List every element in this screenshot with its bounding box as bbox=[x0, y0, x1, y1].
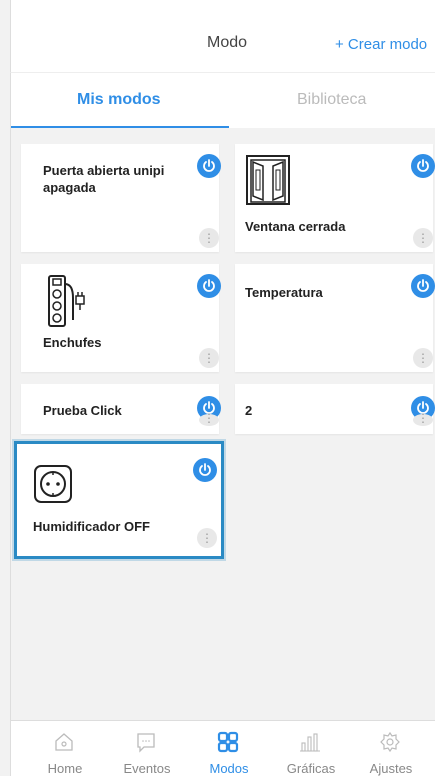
power-toggle-button[interactable] bbox=[411, 154, 435, 178]
power-icon bbox=[417, 279, 429, 292]
page-title: Modo bbox=[207, 34, 248, 51]
window-icon bbox=[246, 155, 290, 205]
mode-name: Ventana cerrada bbox=[245, 219, 346, 234]
power-icon bbox=[203, 159, 215, 172]
tab-mis-modos[interactable]: Mis modos bbox=[77, 91, 161, 109]
modes-grid: Puerta abierta unipi apagada ⋮ Ventana c… bbox=[10, 128, 435, 720]
mode-name: Prueba Click bbox=[43, 403, 122, 418]
nav-modos[interactable]: Modos bbox=[189, 721, 269, 776]
more-options-button[interactable]: ⋮ bbox=[199, 228, 219, 248]
create-mode-button[interactable]: + Crear modo bbox=[335, 36, 427, 53]
mode-name: Humidificador OFF bbox=[33, 519, 150, 534]
nav-label: Modos bbox=[209, 761, 249, 776]
power-icon bbox=[199, 463, 211, 476]
power-icon bbox=[417, 159, 429, 172]
nav-label: Gráficas bbox=[286, 761, 336, 776]
power-toggle-button[interactable] bbox=[193, 458, 217, 482]
bottom-navigation: Home Eventos Modos Gráficas Ajustes bbox=[10, 720, 435, 776]
more-options-button[interactable]: ⋮ bbox=[199, 412, 219, 426]
mode-card[interactable]: Prueba Click ⋮ bbox=[21, 384, 221, 434]
tab-biblioteca[interactable]: Biblioteca bbox=[297, 91, 366, 109]
more-options-button[interactable]: ⋮ bbox=[197, 528, 217, 548]
power-icon bbox=[203, 279, 215, 292]
mode-name: Puerta abierta unipi apagada bbox=[43, 163, 165, 195]
mode-card[interactable]: Ventana cerrada ⋮ bbox=[235, 144, 435, 252]
nav-ajustes[interactable]: Ajustes bbox=[351, 721, 431, 776]
nav-eventos[interactable]: Eventos bbox=[107, 721, 187, 776]
more-options-button[interactable]: ⋮ bbox=[199, 348, 219, 368]
more-options-button[interactable]: ⋮ bbox=[413, 348, 433, 368]
power-toggle-button[interactable] bbox=[197, 154, 221, 178]
power-toggle-button[interactable] bbox=[197, 274, 221, 298]
more-options-button[interactable]: ⋮ bbox=[413, 228, 433, 248]
mode-name: 2 bbox=[245, 403, 253, 418]
nav-label: Eventos bbox=[123, 761, 171, 776]
mode-card-selected[interactable]: Humidificador OFF ⋮ bbox=[14, 441, 224, 559]
mode-card[interactable]: 2 ⋮ bbox=[235, 384, 435, 434]
bar-chart-icon bbox=[300, 733, 320, 752]
gear-icon bbox=[380, 731, 400, 753]
power-strip-icon bbox=[48, 275, 85, 327]
nav-label: Ajustes bbox=[369, 761, 413, 776]
grid-icon bbox=[217, 731, 239, 753]
chat-icon bbox=[137, 733, 155, 753]
nav-home[interactable]: Home bbox=[25, 721, 105, 776]
mode-name: Enchufes bbox=[43, 335, 102, 350]
mode-name: Temperatura bbox=[245, 285, 323, 300]
tab-bar: Mis modos Biblioteca bbox=[10, 72, 435, 129]
more-options-button[interactable]: ⋮ bbox=[413, 412, 433, 426]
socket-icon bbox=[34, 465, 72, 503]
nav-graficas[interactable]: Gráficas bbox=[271, 721, 351, 776]
mode-card[interactable]: Temperatura ⋮ bbox=[235, 264, 435, 372]
home-icon bbox=[55, 733, 73, 751]
mode-card[interactable]: Puerta abierta unipi apagada ⋮ bbox=[21, 144, 221, 252]
power-toggle-button[interactable] bbox=[411, 274, 435, 298]
nav-label: Home bbox=[47, 761, 83, 776]
mode-card[interactable]: Enchufes ⋮ bbox=[21, 264, 221, 372]
